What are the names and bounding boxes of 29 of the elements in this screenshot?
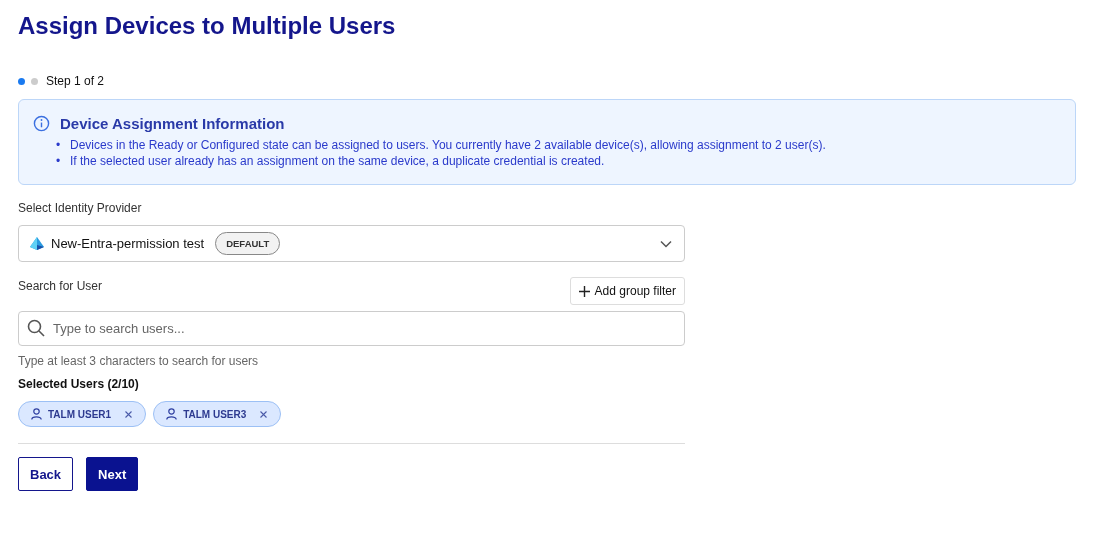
user-icon	[166, 408, 178, 420]
search-icon	[27, 319, 45, 337]
user-name: TALM USER3	[183, 408, 247, 420]
info-icon	[33, 115, 50, 132]
page-title: Assign Devices to Multiple Users	[18, 11, 397, 41]
provider-value: New-Entra-permission test	[51, 236, 205, 251]
close-icon[interactable]	[260, 410, 268, 418]
info-title: Device Assignment Information	[60, 115, 285, 132]
field-label: Search for User	[18, 279, 103, 293]
search-hint: Type at least 3 characters to search for users	[18, 354, 260, 368]
close-icon[interactable]	[125, 410, 133, 418]
back-button[interactable]: Back	[18, 457, 74, 491]
provider-select[interactable]: New-Entra-permission test DEFAULT	[18, 225, 685, 262]
plus-icon	[578, 285, 590, 297]
bullet-marker: •	[56, 137, 62, 153]
user-name: TALM USER1	[48, 408, 112, 420]
provider-icon	[30, 237, 44, 250]
default-badge: DEFAULT	[215, 232, 281, 255]
add-group-filter-button[interactable]: Add group filter	[569, 277, 685, 305]
bullet-marker: •	[56, 153, 62, 169]
user-icon	[31, 408, 42, 420]
field-label: Select Identity Provider	[18, 201, 143, 215]
info-bullet: If the selected user already has an assignment on the same device, a duplicate credential is created.	[70, 153, 605, 169]
chevron-down-icon	[660, 239, 672, 248]
info-bullet: Devices in the Ready or Configured state can be assigned to users. You currently have 2 available device(s), allowing assignment to 2 user(s).	[70, 137, 826, 153]
step-label: Step 1 of 2	[46, 74, 105, 88]
next-button[interactable]: Next	[86, 457, 139, 491]
search-field[interactable]: Type to search users...	[18, 311, 685, 346]
selected-users-label: Selected Users (2/10)	[18, 377, 140, 391]
